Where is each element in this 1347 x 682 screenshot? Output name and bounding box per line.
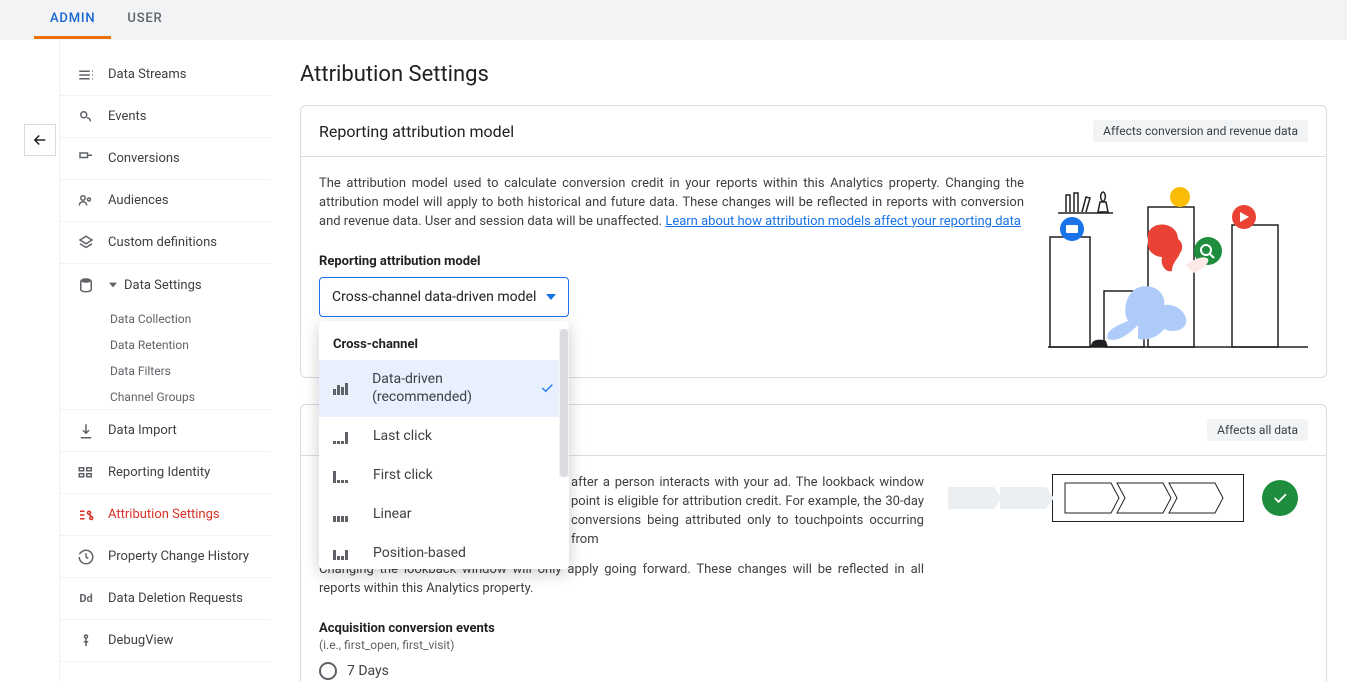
menu-group-header: Cross-channel xyxy=(319,329,569,360)
menu-item-position-based[interactable]: Position-based xyxy=(319,534,569,569)
dropdown-value: Cross-channel data-driven model xyxy=(332,289,536,305)
chart-bar-icon xyxy=(333,508,355,522)
sidebar-item-debugview[interactable]: DebugView xyxy=(60,620,270,662)
field-label: Reporting attribution model xyxy=(319,254,1024,269)
back-column xyxy=(0,40,60,682)
sidebar-item-reporting-identity[interactable]: Reporting Identity xyxy=(60,452,270,494)
sidebar-item-label: Conversions xyxy=(108,151,180,166)
card-description: The attribution model used to calculate … xyxy=(319,175,1024,232)
menu-item-label: Position-based xyxy=(373,544,466,563)
reporting-identity-icon xyxy=(76,463,96,483)
sidebar-item-label: DebugView xyxy=(108,633,173,648)
menu-item-data-driven[interactable]: Data-driven (recommended) xyxy=(319,360,569,418)
caret-down-icon xyxy=(546,292,556,302)
menu-item-first-click[interactable]: First click xyxy=(319,456,569,495)
sidebar-item-label: Data Streams xyxy=(108,67,186,82)
sidebar-sub-channel-groups[interactable]: Channel Groups xyxy=(60,384,270,410)
custom-definitions-icon xyxy=(76,233,96,253)
menu-item-label: First click xyxy=(373,466,433,485)
attribution-settings-icon xyxy=(76,505,96,525)
sidebar-sub-data-collection[interactable]: Data Collection xyxy=(60,306,270,332)
sidebar-item-data-import[interactable]: Data Import xyxy=(60,410,270,452)
sidebar-item-label: Audiences xyxy=(108,193,169,208)
attribution-illustration xyxy=(1048,175,1308,355)
sidebar-item-label: Events xyxy=(108,109,146,124)
radio-icon xyxy=(319,662,337,680)
sidebar-item-data-settings[interactable]: Data Settings xyxy=(60,264,270,306)
data-import-icon xyxy=(76,421,96,441)
field-label: Acquisition conversion events xyxy=(319,621,924,636)
chart-bar-icon xyxy=(333,430,355,444)
conversions-icon xyxy=(76,149,96,169)
menu-scrollbar[interactable] xyxy=(559,329,569,477)
chart-bar-icon xyxy=(333,469,355,483)
check-icon xyxy=(539,380,555,396)
back-button[interactable] xyxy=(24,124,56,156)
history-icon xyxy=(76,547,96,567)
data-streams-icon xyxy=(76,65,96,85)
sidebar-item-label: Reporting Identity xyxy=(108,465,210,480)
reporting-attribution-model-card: Reporting attribution model Affects conv… xyxy=(300,105,1327,378)
data-deletion-icon: Dd xyxy=(76,589,96,609)
radio-7-days[interactable]: 7 Days xyxy=(319,662,924,680)
sidebar-item-conversions[interactable]: Conversions xyxy=(60,138,270,180)
arrow-left-icon xyxy=(31,131,49,149)
sidebar-item-label: Property Change History xyxy=(108,549,249,564)
sidebar-item-data-deletion-requests[interactable]: Dd Data Deletion Requests xyxy=(60,578,270,620)
radio-label: 7 Days xyxy=(347,663,389,679)
sidebar-item-custom-definitions[interactable]: Custom definitions xyxy=(60,222,270,264)
audiences-icon xyxy=(76,191,96,211)
sidebar-item-label: Data Import xyxy=(108,423,177,438)
chart-bar-icon xyxy=(333,546,355,560)
menu-item-linear[interactable]: Linear xyxy=(319,495,569,534)
sidebar-item-attribution-settings[interactable]: Attribution Settings xyxy=(60,494,270,536)
sidebar-sub-data-filters[interactable]: Data Filters xyxy=(60,358,270,384)
affects-badge: Affects all data xyxy=(1207,419,1308,441)
sidebar-item-audiences[interactable]: Audiences xyxy=(60,180,270,222)
card-title: Reporting attribution model xyxy=(319,122,514,141)
sidebar-item-label: Custom definitions xyxy=(108,235,217,250)
sidebar: Data Streams Events Conversions Audience… xyxy=(60,40,270,682)
sidebar-item-data-streams[interactable]: Data Streams xyxy=(60,54,270,96)
sidebar-item-property-change-history[interactable]: Property Change History xyxy=(60,536,270,578)
menu-item-last-click[interactable]: Last click xyxy=(319,417,569,456)
chart-bar-icon xyxy=(333,381,354,395)
check-circle-icon xyxy=(1262,480,1298,516)
top-tabs: ADMIN USER xyxy=(0,0,1347,40)
menu-item-label: Linear xyxy=(373,505,411,524)
affects-badge: Affects conversion and revenue data xyxy=(1093,120,1308,142)
debugview-icon xyxy=(76,631,96,651)
attribution-model-menu: Cross-channel Data-driven (recommended) xyxy=(319,321,569,569)
sidebar-item-events[interactable]: Events xyxy=(60,96,270,138)
lookback-illustration xyxy=(948,474,1308,522)
menu-item-label: Last click xyxy=(373,427,432,446)
events-icon xyxy=(76,107,96,127)
sidebar-item-label: Data Settings xyxy=(124,278,202,293)
menu-item-label: Data-driven (recommended) xyxy=(372,370,539,408)
sidebar-sub-data-retention[interactable]: Data Retention xyxy=(60,332,270,358)
tab-admin[interactable]: ADMIN xyxy=(34,11,111,39)
sidebar-item-label: Attribution Settings xyxy=(108,507,220,522)
caret-down-icon xyxy=(108,280,118,290)
sidebar-item-label: Data Deletion Requests xyxy=(108,591,243,606)
tab-user[interactable]: USER xyxy=(111,11,178,39)
data-settings-icon xyxy=(76,275,96,295)
main-content: Attribution Settings Reporting attributi… xyxy=(270,40,1347,682)
page-title: Attribution Settings xyxy=(300,62,1327,87)
field-sublabel: (i.e., first_open, first_visit) xyxy=(319,638,924,652)
attribution-model-dropdown[interactable]: Cross-channel data-driven model xyxy=(319,277,569,317)
learn-more-link[interactable]: Learn about how attribution models affec… xyxy=(665,214,1021,229)
